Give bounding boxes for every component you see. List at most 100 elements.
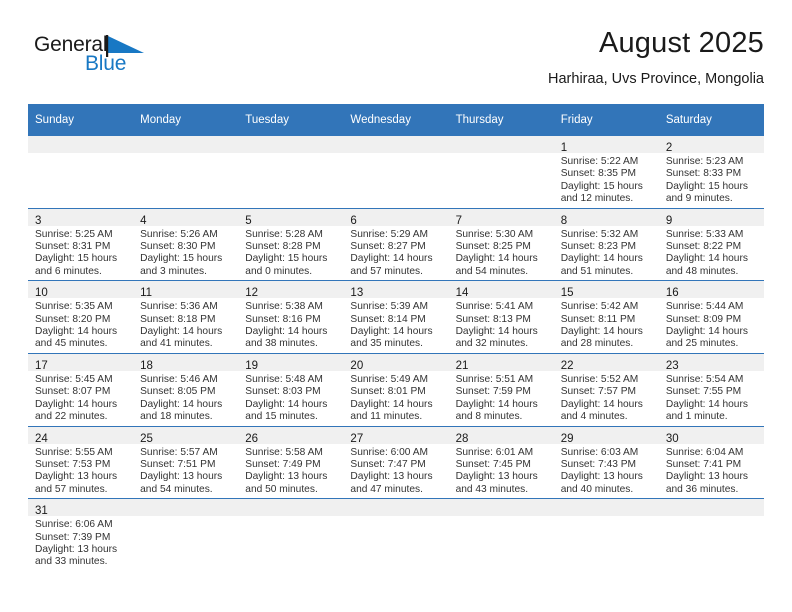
day-detail-line: and 9 minutes. [665, 193, 733, 205]
day-number: 26 [245, 432, 259, 445]
calendar-day-cell[interactable]: 28 Sunrise: 6:01 AM Sunset: 7:45 PM Dayligh… [448, 425, 554, 499]
calendar-day-cell[interactable]: 19 Sunrise: 5:48 AM Sunset: 8:03 PM Dayligh… [238, 352, 344, 426]
calendar-day-cell-empty [133, 498, 239, 571]
day-number: 16 [665, 287, 679, 300]
calendar-day-cell[interactable]: 30 Sunrise: 6:04 AM Sunset: 7:41 PM Dayligh… [658, 425, 764, 499]
day-cell-details: Sunrise: 5:48 AM Sunset: 8:03 PM Daylight:… [238, 371, 343, 426]
calendar-day-cell[interactable]: 12 Sunrise: 5:38 AM Sunset: 8:16 PM Dayligh… [238, 280, 344, 354]
day-detail-line: and 45 minutes. [35, 338, 108, 350]
day-cell-details: Sunrise: 6:06 AM Sunset: 7:39 PM Daylight:… [28, 516, 133, 571]
day-number-band: 1 [553, 136, 659, 154]
day-cell-details: Sunrise: 5:22 AM Sunset: 8:35 PM Daylight:… [554, 153, 659, 208]
day-number-band: 11 [133, 281, 239, 299]
day-detail-line: Sunset: 7:53 PM [35, 458, 111, 470]
day-detail-line: Sunset: 7:57 PM [560, 386, 637, 398]
calendar-day-cell-empty [343, 136, 449, 209]
calendar-day-cell[interactable]: 5 Sunrise: 5:28 AM Sunset: 8:28 PM Daylight… [238, 207, 344, 281]
calendar-day-cell[interactable]: 18 Sunrise: 5:46 AM Sunset: 8:05 PM Dayligh… [133, 352, 239, 426]
day-detail-line: Daylight: 15 hours [140, 253, 223, 265]
calendar-day-cell[interactable]: 14 Sunrise: 5:41 AM Sunset: 8:13 PM Dayligh… [448, 280, 554, 354]
day-number-band: 10 [28, 281, 134, 299]
day-detail-line: Sunset: 8:30 PM [140, 241, 216, 253]
day-number-band: 2 [658, 136, 764, 154]
calendar-day-cell[interactable]: 4 Sunrise: 5:26 AM Sunset: 8:30 PM Daylight… [133, 207, 239, 281]
day-detail-line: Daylight: 13 hours [140, 471, 223, 483]
day-detail-line: Daylight: 14 hours [455, 398, 538, 410]
calendar-day-cell[interactable]: 16 Sunrise: 5:44 AM Sunset: 8:09 PM Dayligh… [658, 280, 764, 354]
day-detail-line: and 32 minutes. [455, 338, 529, 350]
calendar-day-cell[interactable]: 25 Sunrise: 5:57 AM Sunset: 7:51 PM Dayligh… [133, 425, 239, 499]
day-detail-line: Sunset: 8:28 PM [245, 241, 321, 253]
calendar-day-cell[interactable]: 17 Sunrise: 5:45 AM Sunset: 8:07 PM Dayligh… [28, 352, 134, 426]
weekday-header-monday: Monday [133, 104, 239, 136]
day-detail-line: Sunrise: 5:42 AM [560, 301, 639, 313]
calendar-day-cell[interactable]: 8 Sunrise: 5:32 AM Sunset: 8:23 PM Daylight… [553, 207, 659, 281]
day-cell-details: Sunrise: 5:41 AM Sunset: 8:13 PM Daylight:… [449, 298, 554, 353]
day-cell-details: Sunrise: 5:42 AM Sunset: 8:11 PM Daylight:… [554, 298, 659, 353]
day-detail-line: Daylight: 13 hours [245, 471, 328, 483]
day-number: 3 [35, 214, 42, 227]
day-number: 6 [350, 214, 357, 227]
calendar-day-cell[interactable]: 24 Sunrise: 5:55 AM Sunset: 7:53 PM Dayligh… [28, 425, 134, 499]
calendar-day-cell[interactable]: 11 Sunrise: 5:36 AM Sunset: 8:18 PM Dayligh… [133, 280, 239, 354]
day-number-band [448, 136, 554, 153]
day-number: 12 [245, 287, 259, 300]
day-detail-line: Sunrise: 5:54 AM [665, 373, 744, 385]
day-cell-details [238, 516, 343, 521]
day-detail-line: and 54 minutes. [455, 265, 529, 277]
day-cell-details: Sunrise: 5:57 AM Sunset: 7:51 PM Daylight:… [133, 444, 238, 499]
day-number-band: 19 [238, 353, 344, 372]
calendar-day-cell-empty [133, 136, 239, 209]
day-number-band: 9 [658, 208, 764, 227]
day-detail-line: Sunset: 7:59 PM [455, 386, 531, 398]
day-cell-details: Sunrise: 5:30 AM Sunset: 8:25 PM Daylight:… [449, 226, 554, 281]
day-detail-line: and 18 minutes. [140, 411, 213, 423]
calendar-day-cell[interactable]: 27 Sunrise: 6:00 AM Sunset: 7:47 PM Dayligh… [343, 425, 449, 499]
calendar-day-cell[interactable]: 1 Sunrise: 5:22 AM Sunset: 8:35 PM Daylight… [553, 136, 659, 209]
weekday-header-row: Sunday Monday Tuesday Wednesday Thursday Frid… [28, 104, 764, 136]
calendar-day-cell[interactable]: 20 Sunrise: 5:49 AM Sunset: 8:01 PM Dayligh… [343, 352, 449, 426]
day-cell-details: Sunrise: 5:35 AM Sunset: 8:20 PM Daylight:… [28, 298, 133, 353]
calendar-day-cell[interactable]: 13 Sunrise: 5:39 AM Sunset: 8:14 PM Dayligh… [343, 280, 449, 354]
page-header: General Blue August 2025 Harhiraa, Uvs P… [28, 26, 764, 100]
calendar-day-cell[interactable]: 21 Sunrise: 5:51 AM Sunset: 7:59 PM Dayligh… [448, 352, 554, 426]
day-detail-line: Sunrise: 5:57 AM [140, 446, 218, 458]
calendar-day-cell[interactable]: 2 Sunrise: 5:23 AM Sunset: 8:33 PM Daylight… [658, 136, 764, 209]
day-detail-line: and 15 minutes. [245, 411, 318, 423]
day-detail-line: and 25 minutes. [665, 338, 739, 350]
calendar-day-cell[interactable]: 22 Sunrise: 5:52 AM Sunset: 7:57 PM Dayligh… [553, 352, 659, 426]
day-detail-line: Daylight: 15 hours [35, 253, 118, 265]
day-number: 25 [140, 432, 153, 445]
day-number: 7 [455, 214, 462, 227]
calendar-day-cell[interactable]: 9 Sunrise: 5:33 AM Sunset: 8:22 PM Daylight… [658, 207, 764, 281]
day-detail-line: Sunset: 8:16 PM [245, 313, 321, 325]
day-detail-line: Sunrise: 6:04 AM [665, 446, 744, 458]
day-detail-line: Daylight: 14 hours [35, 326, 118, 338]
calendar-day-cell[interactable]: 31 Sunrise: 6:06 AM Sunset: 7:39 PM Dayligh… [28, 498, 134, 571]
day-cell-details [449, 153, 554, 158]
day-number: 14 [455, 287, 469, 300]
day-detail-line: Daylight: 14 hours [560, 398, 643, 410]
day-detail-line: Sunrise: 6:03 AM [560, 446, 639, 458]
day-detail-line: Sunset: 8:31 PM [35, 241, 111, 253]
day-cell-details: Sunrise: 6:00 AM Sunset: 7:47 PM Daylight:… [343, 444, 448, 499]
calendar-day-cell[interactable]: 3 Sunrise: 5:25 AM Sunset: 8:31 PM Daylight… [28, 207, 134, 281]
day-detail-line: Sunset: 7:39 PM [35, 531, 111, 543]
day-detail-line: Sunrise: 5:51 AM [455, 373, 534, 385]
calendar-day-cell[interactable]: 29 Sunrise: 6:03 AM Sunset: 7:43 PM Dayligh… [553, 425, 659, 499]
calendar-day-cell[interactable]: 6 Sunrise: 5:29 AM Sunset: 8:27 PM Daylight… [343, 207, 449, 281]
calendar-day-cell[interactable]: 7 Sunrise: 5:30 AM Sunset: 8:25 PM Daylight… [448, 207, 554, 281]
day-detail-line: Daylight: 14 hours [560, 326, 643, 338]
day-detail-line: and 28 minutes. [560, 338, 634, 350]
brand-logo[interactable]: General Blue [34, 34, 164, 88]
calendar-day-cell[interactable]: 10 Sunrise: 5:35 AM Sunset: 8:20 PM Dayligh… [28, 280, 134, 354]
day-number: 13 [350, 287, 364, 300]
day-cell-details [343, 153, 448, 158]
calendar-day-cell[interactable]: 15 Sunrise: 5:42 AM Sunset: 8:11 PM Dayligh… [553, 280, 659, 354]
day-cell-details: Sunrise: 5:51 AM Sunset: 7:59 PM Daylight:… [449, 371, 554, 426]
day-detail-line: and 0 minutes. [245, 265, 313, 277]
day-cell-details: Sunrise: 5:29 AM Sunset: 8:27 PM Daylight:… [343, 226, 448, 281]
calendar-day-cell[interactable]: 23 Sunrise: 5:54 AM Sunset: 7:55 PM Dayligh… [658, 352, 764, 426]
day-cell-details: Sunrise: 5:52 AM Sunset: 7:57 PM Daylight:… [554, 371, 659, 426]
calendar-day-cell[interactable]: 26 Sunrise: 5:58 AM Sunset: 7:49 PM Dayligh… [238, 425, 344, 499]
